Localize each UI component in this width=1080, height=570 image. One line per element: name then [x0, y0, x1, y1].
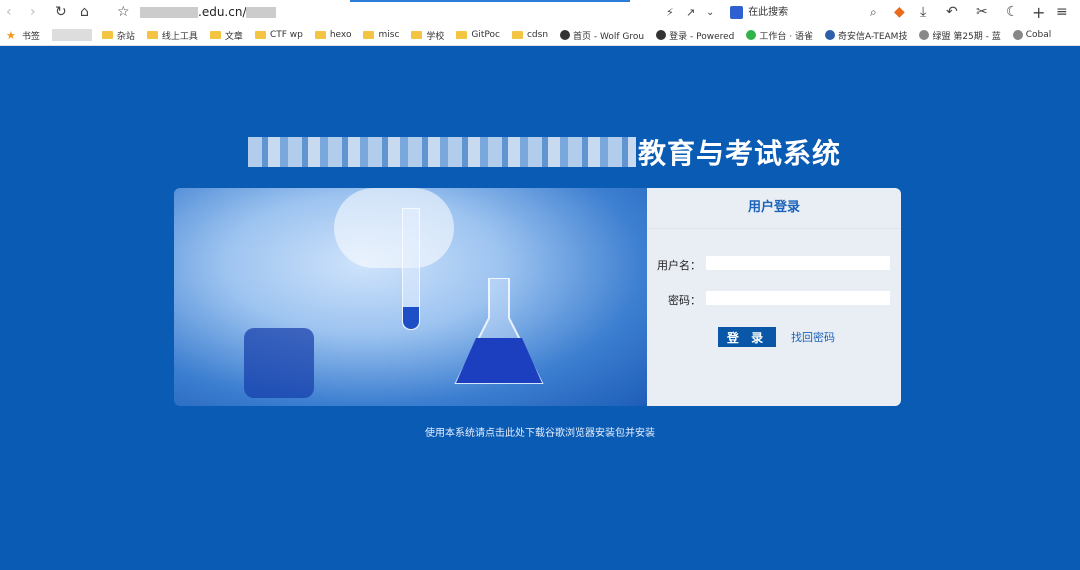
password-input[interactable] — [706, 291, 890, 305]
bookmark-folder[interactable]: CTF wp — [254, 30, 303, 40]
new-tab-icon[interactable]: + — [1032, 4, 1045, 21]
system-title: 教育与考试系统 — [248, 132, 868, 172]
reload-icon[interactable]: ↻ — [55, 4, 67, 21]
download-icon[interactable]: ⤓ — [920, 4, 926, 21]
browser-toolbar: ‹ › ↻ ⌂ ☆ .edu.cn/ ⚡ ↗ ⌄ 在此搜索 ⌕ ◆ ⤓ ↶ ✂ … — [0, 0, 1080, 26]
bookmark-folder[interactable]: 杂站 — [101, 29, 135, 42]
folder-icon — [314, 31, 326, 39]
wolf-site-icon — [560, 30, 571, 40]
search-box[interactable]: 在此搜索 — [730, 4, 890, 21]
login-header: 用户登录 — [647, 188, 901, 229]
menu-icon[interactable]: ≡ — [1056, 4, 1068, 21]
back-icon[interactable]: ‹ — [6, 4, 12, 21]
folder-icon — [363, 31, 375, 39]
bookmark-link[interactable]: Cobal — [1012, 30, 1051, 40]
bookmarks-bar: ★ 书签 杂站 线上工具 文章 CTF wp hexo misc 学校 GitP… — [0, 25, 1080, 46]
username-row: 用户名： — [647, 256, 901, 272]
folder-icon — [146, 31, 158, 39]
bookmark-folder[interactable]: 文章 — [209, 29, 243, 42]
forward-icon[interactable]: › — [30, 4, 36, 21]
username-input[interactable] — [706, 256, 890, 270]
tube-liquid — [403, 307, 419, 329]
bookmark-folder[interactable]: misc — [363, 30, 399, 40]
glove-hand — [334, 188, 454, 268]
bookmark-folder[interactable]: 学校 — [411, 29, 444, 42]
bookmark-folder[interactable]: hexo — [314, 30, 351, 40]
bookmarks-star-icon: ★ — [6, 28, 16, 42]
bookmark-link[interactable]: 绿盟 第25期 - 蓝 — [919, 29, 1001, 42]
password-label: 密码： — [668, 294, 701, 307]
username-label: 用户名： — [657, 259, 701, 272]
undo-icon[interactable]: ↶ — [946, 4, 958, 21]
folder-icon — [511, 31, 523, 39]
bookmark-link[interactable]: 奇安信A-TEAM技 — [824, 29, 907, 42]
lightning-icon[interactable]: ⚡ — [666, 4, 674, 21]
game-icon[interactable]: ◆ — [894, 4, 905, 21]
download-chrome-link[interactable]: 使用本系统请点击此处下载谷歌浏览器安装包并安装 — [0, 424, 1080, 439]
globe-icon — [1012, 30, 1023, 40]
url-redaction — [246, 7, 277, 18]
scissors-icon[interactable]: ✂ — [976, 4, 988, 21]
beaker-left — [244, 328, 314, 398]
bookmark-folder[interactable]: cdsn — [511, 30, 548, 40]
folder-icon — [209, 31, 221, 39]
share-icon[interactable]: ↗ — [686, 4, 695, 21]
chevron-down-icon[interactable]: ⌄ — [706, 4, 714, 21]
address-bar[interactable]: .edu.cn/ — [140, 5, 277, 19]
password-row: 密码： — [647, 291, 901, 307]
bookmark-link[interactable]: 登录 - Powered — [656, 29, 734, 42]
bookmark-link[interactable]: 工作台 · 语雀 — [746, 29, 813, 42]
search-icon[interactable]: ⌕ — [870, 4, 877, 21]
home-icon[interactable]: ⌂ — [80, 4, 89, 21]
flask-illustration — [454, 278, 544, 384]
title-redaction — [248, 137, 636, 167]
bookmarks-label[interactable]: 书签 — [22, 29, 40, 42]
url-text: .edu.cn/ — [198, 5, 247, 19]
url-redaction — [140, 7, 198, 18]
lab-banner-image — [174, 188, 647, 406]
bookmark-folder[interactable]: 线上工具 — [146, 29, 198, 42]
test-tube — [402, 208, 420, 330]
search-engine-icon[interactable] — [730, 5, 743, 19]
folder-icon — [456, 31, 468, 39]
active-tab-indicator — [350, 0, 630, 2]
folder-icon — [254, 31, 266, 39]
redacted-bookmark[interactable] — [51, 29, 92, 41]
powered-site-icon — [656, 30, 667, 40]
folder-icon — [101, 31, 113, 39]
browser-chrome: ‹ › ↻ ⌂ ☆ .edu.cn/ ⚡ ↗ ⌄ 在此搜索 ⌕ ◆ ⤓ ↶ ✂ … — [0, 0, 1080, 46]
bookmark-link[interactable]: 首页 - Wolf Grou — [560, 29, 644, 42]
folder-icon — [411, 31, 423, 39]
yuque-icon — [746, 30, 757, 40]
search-placeholder: 在此搜索 — [748, 7, 789, 18]
globe-icon — [919, 30, 930, 40]
login-panel: 用户登录 用户名： 密码： 登 录 找回密码 — [647, 188, 901, 406]
bookmark-star-icon[interactable]: ☆ — [117, 4, 130, 21]
login-card: 用户登录 用户名： 密码： 登 录 找回密码 — [174, 188, 901, 406]
shield-icon — [824, 30, 835, 40]
forgot-password-link[interactable]: 找回密码 — [791, 329, 835, 345]
login-button[interactable]: 登 录 — [718, 327, 776, 347]
title-text: 教育与考试系统 — [638, 137, 842, 170]
night-mode-icon[interactable]: ☾ — [1006, 4, 1019, 21]
bookmark-folder[interactable]: GitPoc — [456, 30, 500, 40]
